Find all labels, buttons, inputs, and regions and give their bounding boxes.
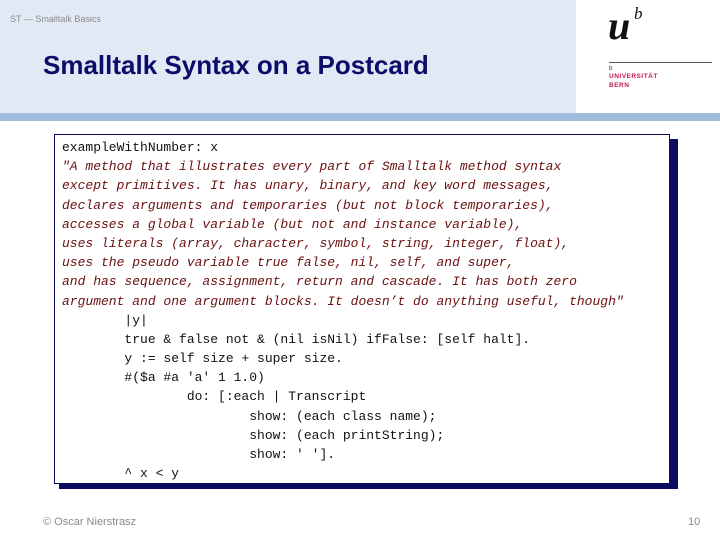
code-line: y := self size + super size. <box>62 351 343 367</box>
logo-b-icon: b <box>634 4 643 23</box>
code-line: show: (each printString); <box>62 427 445 443</box>
code-line: show: (each class name); <box>62 408 437 424</box>
slide-title: Smalltalk Syntax on a Postcard <box>43 50 429 80</box>
code-line: do: [:each | Transcript <box>62 389 367 405</box>
code-comment-line: except primitives. It has unary, binary,… <box>62 178 554 194</box>
header-divider-bar <box>0 113 720 121</box>
code-line: ^ x < y <box>62 466 180 482</box>
logo-divider <box>609 62 712 63</box>
logo-text-line2: BERN <box>609 82 630 89</box>
code-line: |y| <box>62 312 148 328</box>
code-comment-line: declares arguments and temporaries (but … <box>62 197 554 213</box>
code-line: true & false not & (nil isNil) ifFalse: … <box>62 331 531 347</box>
code-comment-line: argument and one argument blocks. It doe… <box>62 293 624 309</box>
code-comment-line: uses the pseudo variable true false, nil… <box>62 255 515 271</box>
code-comment-line: accesses a global variable (but not and … <box>62 216 523 232</box>
logo-text: UNIVERSITÄT BERN <box>609 72 658 90</box>
page-number: 10 <box>688 516 701 528</box>
code-line: exampleWithNumber: x <box>62 140 219 155</box>
code-line: show: ' ']. <box>62 447 336 462</box>
course-label: ST — Smalltalk Basics <box>10 14 101 24</box>
logo-area <box>576 0 720 113</box>
code-comment-line: uses literals (array, character, symbol,… <box>62 235 570 251</box>
code-listing: exampleWithNumber: x "A method that illus… <box>62 138 624 483</box>
footer-author: © Oscar Nierstrasz <box>43 516 137 528</box>
code-line: #($a #a 'a' 1 1.0) <box>62 370 265 386</box>
code-comment-line: "A method that illustrates every part of… <box>62 159 562 175</box>
logo-u-icon: u <box>608 3 631 48</box>
code-comment-line: and has sequence, assignment, return and… <box>62 274 577 290</box>
logo-text-line1: UNIVERSITÄT <box>609 73 658 80</box>
